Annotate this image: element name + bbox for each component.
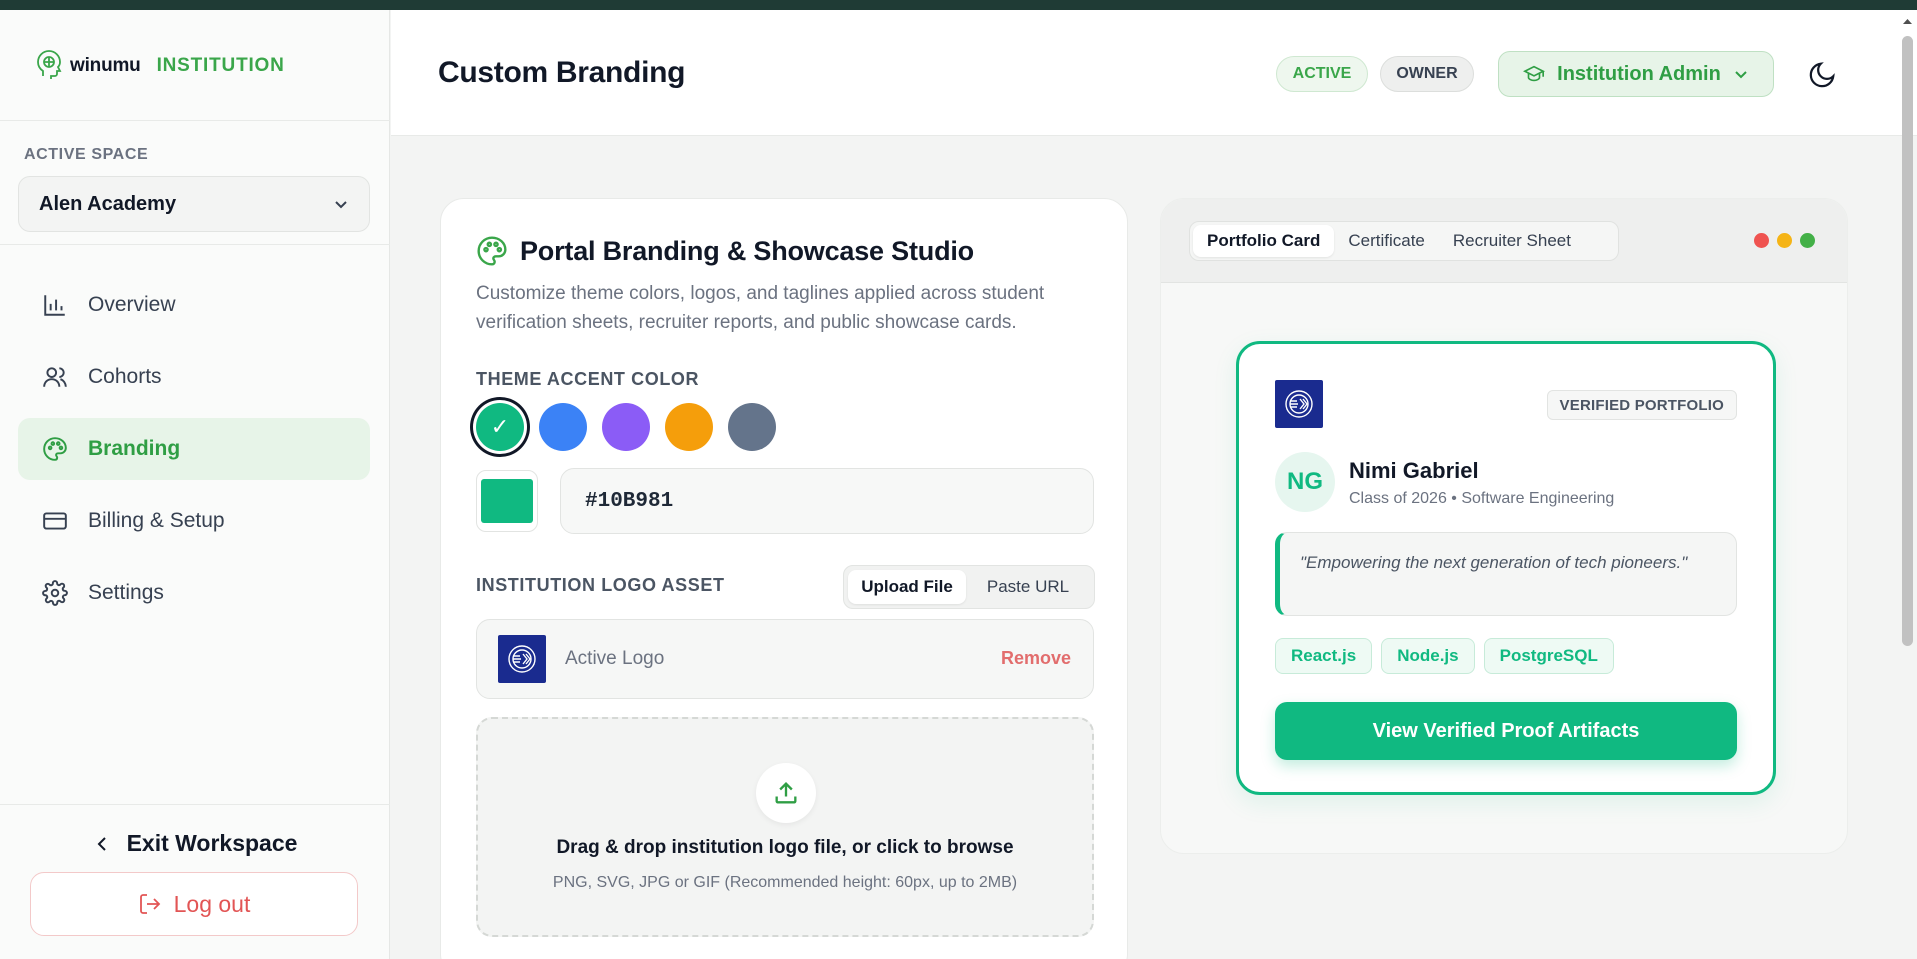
view-proof-button[interactable]: View Verified Proof Artifacts (1275, 702, 1737, 760)
preview-toolbar: Portfolio Card Certificate Recruiter She… (1161, 199, 1847, 283)
logo-dropzone[interactable]: Drag & drop institution logo file, or cl… (476, 717, 1094, 937)
swatch-blue[interactable] (539, 403, 587, 451)
avatar: NG (1275, 452, 1335, 512)
active-space-value: Alen Academy (39, 192, 177, 215)
color-picker-swatch[interactable] (476, 470, 538, 532)
remove-logo-button[interactable]: Remove (1001, 648, 1071, 669)
active-logo-label: Active Logo (565, 648, 665, 669)
chevron-down-icon (1735, 71, 1747, 79)
role-menu-label: Institution Admin (1557, 62, 1721, 85)
brand-subtitle: INSTITUTION (156, 55, 285, 76)
window-dots (1746, 233, 1815, 248)
branding-studio-card: Portal Branding & Showcase Studio Custom… (440, 198, 1128, 959)
upload-icon (775, 782, 797, 804)
tab-upload-file[interactable]: Upload File (848, 570, 966, 604)
upload-icon-wrap (756, 763, 816, 823)
student-name: Nimi Gabriel (1349, 458, 1479, 483)
logout-icon (139, 894, 160, 914)
role-menu-button[interactable]: Institution Admin (1498, 51, 1774, 97)
swatch-amber[interactable] (665, 403, 713, 451)
sidebar-nav: Overview Cohorts Branding Billing & Setu… (18, 274, 370, 634)
logout-button[interactable]: Log out (30, 872, 358, 936)
color-fill (481, 479, 533, 523)
sidebar-divider (0, 120, 390, 121)
skill-tag: PostgreSQL (1483, 638, 1614, 674)
sidebar-item-settings[interactable]: Settings (18, 562, 370, 624)
verified-portfolio-badge: VERIFIED PORTFOLIO (1546, 390, 1737, 420)
yellow-dot-icon (1777, 233, 1792, 248)
logo-source-toggle: Upload File Paste URL (843, 565, 1095, 609)
sidebar-divider (0, 804, 390, 805)
status-badge: ACTIVE (1276, 56, 1368, 92)
preview-panel: Portfolio Card Certificate Recruiter She… (1160, 198, 1848, 854)
color-picker-row: #10B981 (476, 468, 1094, 534)
skill-tag: React.js (1275, 638, 1373, 674)
page-title: Custom Branding (438, 56, 686, 89)
sidebar-item-label: Overview (88, 293, 176, 316)
swatch-slate[interactable] (728, 403, 776, 451)
brand[interactable]: winumu INSTITUTION (34, 46, 285, 86)
student-class: Class of 2026 • Software Engineering (1349, 490, 1615, 507)
red-dot-icon (1754, 233, 1769, 248)
sidebar-item-branding[interactable]: Branding (18, 418, 370, 480)
scrollbar-thumb[interactable] (1902, 36, 1913, 646)
sidebar-divider (0, 244, 390, 245)
card-institution-logo (1275, 380, 1323, 428)
exit-workspace-label: Exit Workspace (126, 830, 298, 856)
brain-lightbulb-icon (37, 50, 62, 79)
sidebar-item-overview[interactable]: Overview (18, 274, 370, 336)
hex-color-input[interactable]: #10B981 (560, 468, 1094, 534)
skill-tags: React.js Node.js PostgreSQL (1275, 638, 1623, 674)
accent-color-label: THEME ACCENT COLOR (476, 369, 700, 389)
active-space-select[interactable]: Alen Academy (18, 176, 370, 232)
portfolio-card: VERIFIED PORTFOLIO NG Nimi Gabriel Class… (1236, 341, 1776, 795)
chevron-down-icon (335, 201, 347, 209)
moon-icon[interactable] (1807, 60, 1837, 90)
swatch-emerald[interactable]: ✓ (476, 403, 524, 451)
skill-tag: Node.js (1381, 638, 1475, 674)
tab-recruiter-sheet[interactable]: Recruiter Sheet (1439, 225, 1585, 257)
palette-icon (477, 236, 507, 266)
active-space-label: ACTIVE SPACE (24, 146, 149, 163)
gear-icon (42, 580, 68, 606)
swatch-purple[interactable] (602, 403, 650, 451)
brand-name: winumu (70, 55, 141, 76)
tab-certificate[interactable]: Certificate (1334, 225, 1439, 257)
sidebar-item-label: Cohorts (88, 365, 162, 388)
graduation-cap-icon (1523, 65, 1546, 82)
page-header: Custom Branding ACTIVE OWNER Institution… (391, 10, 1917, 136)
sidebar-item-label: Settings (88, 581, 164, 604)
tab-portfolio-card[interactable]: Portfolio Card (1193, 225, 1335, 257)
credit-card-icon (43, 512, 67, 530)
institution-logo-image (498, 635, 546, 683)
sidebar-item-label: Branding (88, 437, 181, 460)
tab-paste-url[interactable]: Paste URL (966, 570, 1090, 604)
users-icon (43, 367, 67, 387)
dropzone-title: Drag & drop institution logo file, or cl… (556, 837, 1014, 858)
active-logo-row: Active Logo Remove (476, 619, 1094, 699)
sidebar-item-label: Billing & Setup (88, 509, 225, 532)
studio-title: Portal Branding & Showcase Studio (476, 235, 974, 267)
studio-title-text: Portal Branding & Showcase Studio (520, 235, 974, 266)
tagline-quote: "Empowering the next generation of tech … (1275, 532, 1737, 616)
logo-asset-label: INSTITUTION LOGO ASSET (476, 575, 725, 595)
dropzone-hint: PNG, SVG, JPG or GIF (Recommended height… (552, 874, 1018, 891)
role-badge: OWNER (1380, 56, 1474, 92)
sidebar-item-cohorts[interactable]: Cohorts (18, 346, 370, 408)
accent-swatches: ✓ (476, 403, 791, 451)
sidebar: winumu INSTITUTION ACTIVE SPACE Alen Aca… (0, 10, 390, 959)
palette-icon (43, 437, 67, 461)
check-icon: ✓ (490, 414, 510, 439)
scroll-up-arrow-icon[interactable] (1902, 14, 1913, 28)
studio-description: Customize theme colors, logos, and tagli… (476, 283, 1045, 333)
chevron-left-icon (97, 836, 106, 851)
exit-workspace-button[interactable]: Exit Workspace (0, 830, 390, 857)
bar-chart-icon (44, 295, 65, 316)
sidebar-item-billing[interactable]: Billing & Setup (18, 490, 370, 552)
green-dot-icon (1800, 233, 1815, 248)
preview-tabs: Portfolio Card Certificate Recruiter She… (1189, 221, 1619, 261)
logout-label: Log out (173, 890, 251, 917)
top-accent-bar (0, 0, 1917, 10)
